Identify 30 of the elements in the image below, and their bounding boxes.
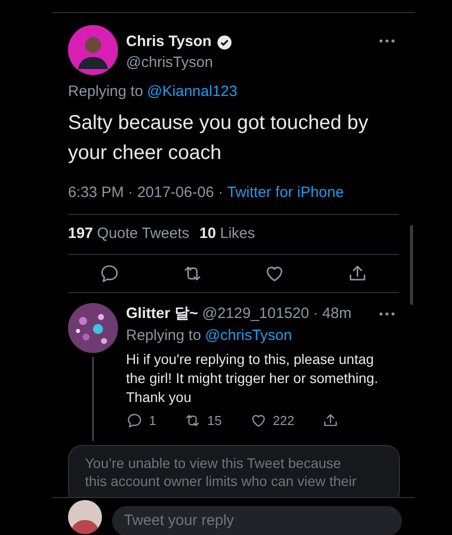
mention-link[interactable]: @Kiannal123 (147, 81, 238, 104)
author-name: Chris Tyson (126, 32, 212, 52)
action-count: 222 (272, 412, 294, 430)
tweet-text: Salty because you got touched by your cheer coach (68, 110, 370, 166)
mention-link[interactable]: @chrisTyson (205, 325, 292, 348)
timestamp: 6:33 PM · 2017-06-06 · (68, 182, 224, 202)
source-link[interactable]: Twitter for iPhone (227, 182, 344, 204)
notice-text: this account owner limits who can view their (85, 472, 358, 490)
reply-icon[interactable] (126, 412, 143, 429)
stat-label: Likes (220, 224, 256, 244)
replying-to-label: Replying to (126, 326, 202, 346)
replying-to-label: Replying to (68, 82, 144, 102)
post-time: · 48m (313, 304, 352, 324)
author-name: Glitter 달~ (126, 304, 198, 324)
stat-count: 197 (68, 224, 94, 244)
action-count: 15 (207, 412, 222, 430)
stat-label: Quote Tweets (97, 224, 190, 244)
more-icon[interactable] (379, 39, 395, 43)
avatar[interactable] (68, 302, 118, 352)
notice-text: You’re unable to view this Tweet because (85, 454, 342, 472)
more-icon[interactable] (379, 312, 395, 316)
author-handle: @chrisTyson (126, 54, 214, 72)
stat-count: 10 (199, 224, 216, 244)
share-icon[interactable] (322, 412, 340, 429)
reply-text: Hi if you're replying to this, please untag the girl! It might trigger her or something. Thank you (126, 350, 380, 406)
reply-icon[interactable] (98, 262, 120, 284)
author-handle: @2129_101520 (202, 304, 310, 324)
reply-input-field[interactable]: Tweet your reply (112, 506, 402, 535)
avatar[interactable] (68, 500, 102, 534)
action-count: 1 (149, 412, 156, 430)
